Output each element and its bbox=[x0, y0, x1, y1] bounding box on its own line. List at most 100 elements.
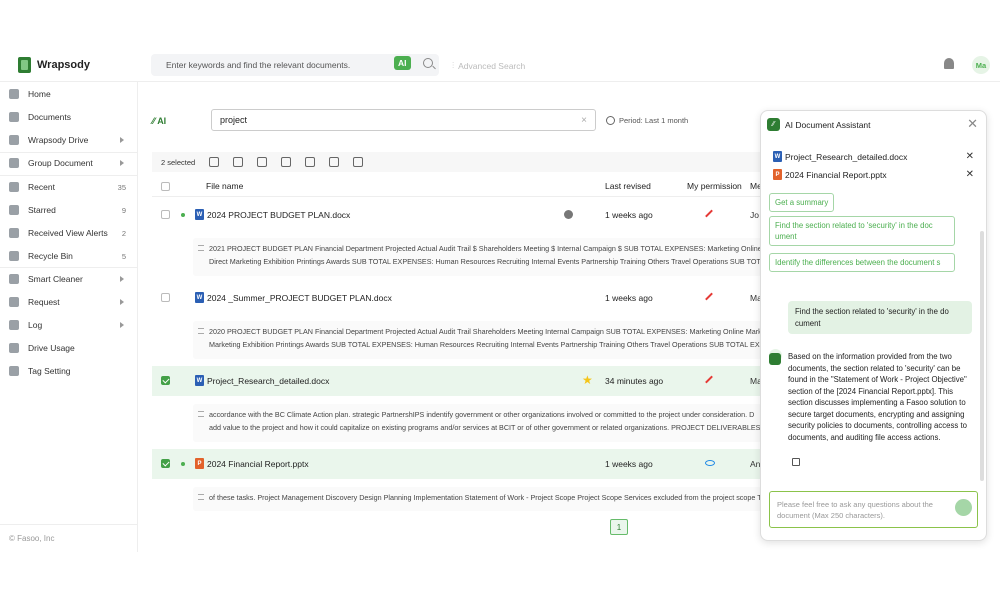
clock-icon bbox=[606, 116, 615, 125]
top-bar: Wrapsody Enter keywords and find the rel… bbox=[0, 48, 1000, 82]
sidebar-item-wrapsody-drive[interactable]: Wrapsody Drive bbox=[0, 130, 138, 150]
col-file-name[interactable]: File name bbox=[206, 181, 243, 191]
sidebar-item-received-view-alerts[interactable]: Received View Alerts 2 bbox=[0, 223, 138, 243]
table-row[interactable]: W 2024 PROJECT BUDGET PLAN.docx 1 weeks … bbox=[152, 200, 762, 230]
word-file-icon: W bbox=[195, 375, 204, 386]
attached-file: P 2024 Financial Report.pptx bbox=[773, 169, 887, 180]
sidebar-item-label: Tag Setting bbox=[28, 366, 71, 376]
snippet-line: 2020 PROJECT BUDGET PLAN Financial Depar… bbox=[209, 327, 762, 336]
suggestion-security[interactable]: Find the section related to 'security' i… bbox=[769, 216, 955, 246]
sidebar-divider bbox=[0, 524, 138, 525]
panel-scrollbar[interactable] bbox=[980, 231, 984, 481]
sidebar-item-home[interactable]: Home bbox=[0, 84, 138, 104]
text-icon bbox=[198, 328, 204, 334]
recycle-count: 5 bbox=[121, 251, 126, 261]
question-placeholder: Please feel free to ask any questions ab… bbox=[777, 500, 933, 520]
snippet-line: accordance with the BC Climate Action pl… bbox=[209, 410, 755, 419]
download-icon[interactable] bbox=[209, 157, 220, 167]
table-row[interactable]: W Project_Research_detailed.docx ★ 34 mi… bbox=[152, 366, 762, 396]
table-row[interactable]: P 2024 Financial Report.pptx 1 weeks ago… bbox=[152, 449, 762, 479]
sidebar-item-tag-setting[interactable]: Tag Setting bbox=[0, 361, 138, 381]
sidebar-item-group-document[interactable]: Group Document bbox=[0, 153, 138, 173]
sidebar-item-log[interactable]: Log bbox=[0, 315, 138, 335]
sidebar-item-label: Request bbox=[28, 297, 60, 307]
user-avatar[interactable]: Ma bbox=[972, 56, 990, 74]
tag-icon bbox=[9, 366, 19, 376]
file-name[interactable]: 2024 Financial Report.pptx bbox=[207, 459, 309, 469]
attached-file-name: 2024 Financial Report.pptx bbox=[785, 169, 887, 180]
period-label: Period: Last 1 month bbox=[619, 116, 689, 125]
file-name[interactable]: 2024 _Summer_PROJECT BUDGET PLAN.docx bbox=[207, 293, 392, 303]
sliders-icon: ⫶ bbox=[452, 60, 455, 70]
ai-search-toggle[interactable]: AI bbox=[394, 56, 411, 70]
edit-permission-icon bbox=[705, 292, 714, 301]
unstar-icon[interactable] bbox=[281, 157, 292, 167]
ai-assistant-icon[interactable] bbox=[329, 157, 340, 167]
clear-icon[interactable]: × bbox=[581, 115, 587, 126]
copyright: © Fasoo, Inc bbox=[9, 534, 55, 543]
assistant-avatar-icon bbox=[769, 353, 781, 365]
sidebar: Home Documents Wrapsody Drive Group Docu… bbox=[0, 82, 138, 552]
bell-icon[interactable] bbox=[944, 58, 954, 69]
cleaner-icon bbox=[9, 274, 19, 284]
suggestion-differences[interactable]: Identify the differences between the doc… bbox=[769, 253, 955, 272]
table-header: File name Last revised My permission Me bbox=[152, 175, 762, 197]
remove-file-icon[interactable]: ✕ bbox=[966, 169, 974, 180]
ai-document-assistant-panel: ⁄⁄ AI Document Assistant ✕ W Project_Res… bbox=[760, 110, 987, 541]
sidebar-item-label: Drive Usage bbox=[28, 343, 75, 353]
remove-file-icon[interactable]: ✕ bbox=[966, 151, 974, 162]
file-name[interactable]: Project_Research_detailed.docx bbox=[207, 376, 329, 386]
search-icon[interactable] bbox=[423, 58, 433, 68]
content-snippet: of these tasks. Project Management Disco… bbox=[193, 487, 762, 511]
query-input[interactable]: project × bbox=[211, 109, 596, 131]
shield-icon[interactable] bbox=[305, 157, 316, 167]
sidebar-item-label: Log bbox=[28, 320, 43, 330]
last-revised: 34 minutes ago bbox=[605, 376, 664, 386]
row-checkbox[interactable] bbox=[161, 376, 170, 385]
row-checkbox[interactable] bbox=[161, 293, 170, 302]
send-button[interactable] bbox=[955, 499, 972, 516]
advanced-search-link[interactable]: ⫶ Advanced Search bbox=[452, 60, 525, 71]
owner: An bbox=[750, 459, 761, 469]
sidebar-item-label: Documents bbox=[28, 112, 71, 122]
file-name[interactable]: 2024 PROJECT BUDGET PLAN.docx bbox=[207, 210, 350, 220]
star-outline-icon[interactable] bbox=[257, 157, 268, 167]
close-icon[interactable]: ✕ bbox=[967, 116, 978, 132]
powerpoint-file-icon: P bbox=[195, 458, 204, 469]
sidebar-item-starred[interactable]: Starred 9 bbox=[0, 200, 138, 220]
suggestion-summary[interactable]: Get a summary bbox=[769, 193, 835, 212]
row-checkbox[interactable] bbox=[161, 459, 170, 468]
col-last-revised[interactable]: Last revised bbox=[605, 181, 651, 191]
sidebar-item-request[interactable]: Request bbox=[0, 292, 138, 312]
wrapsody-logo[interactable]: Wrapsody bbox=[18, 57, 90, 73]
table-row[interactable]: W 2024 _Summer_PROJECT BUDGET PLAN.docx … bbox=[152, 283, 762, 313]
star-icon[interactable]: ★ bbox=[582, 373, 593, 387]
advanced-search-label: Advanced Search bbox=[458, 60, 526, 71]
period-filter[interactable]: Period: Last 1 month bbox=[606, 116, 688, 125]
copy-icon[interactable] bbox=[792, 458, 800, 466]
row-checkbox[interactable] bbox=[161, 210, 170, 219]
panel-title: AI Document Assistant bbox=[785, 119, 871, 130]
global-search[interactable]: Enter keywords and find the relevant doc… bbox=[151, 54, 439, 76]
sidebar-item-recent[interactable]: Recent 35 bbox=[0, 177, 138, 197]
trash-icon[interactable] bbox=[353, 157, 364, 167]
app-window: Wrapsody Enter keywords and find the rel… bbox=[0, 48, 1000, 552]
sidebar-item-drive-usage[interactable]: Drive Usage bbox=[0, 338, 138, 358]
select-all-checkbox[interactable] bbox=[161, 182, 170, 191]
share-user-icon[interactable] bbox=[233, 157, 244, 167]
sidebar-item-recycle-bin[interactable]: Recycle Bin 5 bbox=[0, 246, 138, 266]
sidebar-item-smart-cleaner[interactable]: Smart Cleaner bbox=[0, 269, 138, 289]
recent-icon bbox=[9, 182, 19, 192]
chevron-right-icon bbox=[120, 276, 124, 282]
sidebar-item-label: Starred bbox=[28, 205, 56, 215]
query-value: project bbox=[220, 115, 248, 125]
content-snippet: 2020 PROJECT BUDGET PLAN Financial Depar… bbox=[193, 321, 762, 359]
recent-count: 35 bbox=[117, 182, 126, 192]
text-icon bbox=[198, 245, 204, 251]
sidebar-item-documents[interactable]: Documents bbox=[0, 107, 138, 127]
col-my-permission[interactable]: My permission bbox=[687, 181, 742, 191]
page-1-button[interactable]: 1 bbox=[610, 519, 628, 535]
snippet-line: of these tasks. Project Management Disco… bbox=[209, 493, 762, 502]
log-icon bbox=[9, 320, 19, 330]
text-icon bbox=[198, 411, 204, 417]
